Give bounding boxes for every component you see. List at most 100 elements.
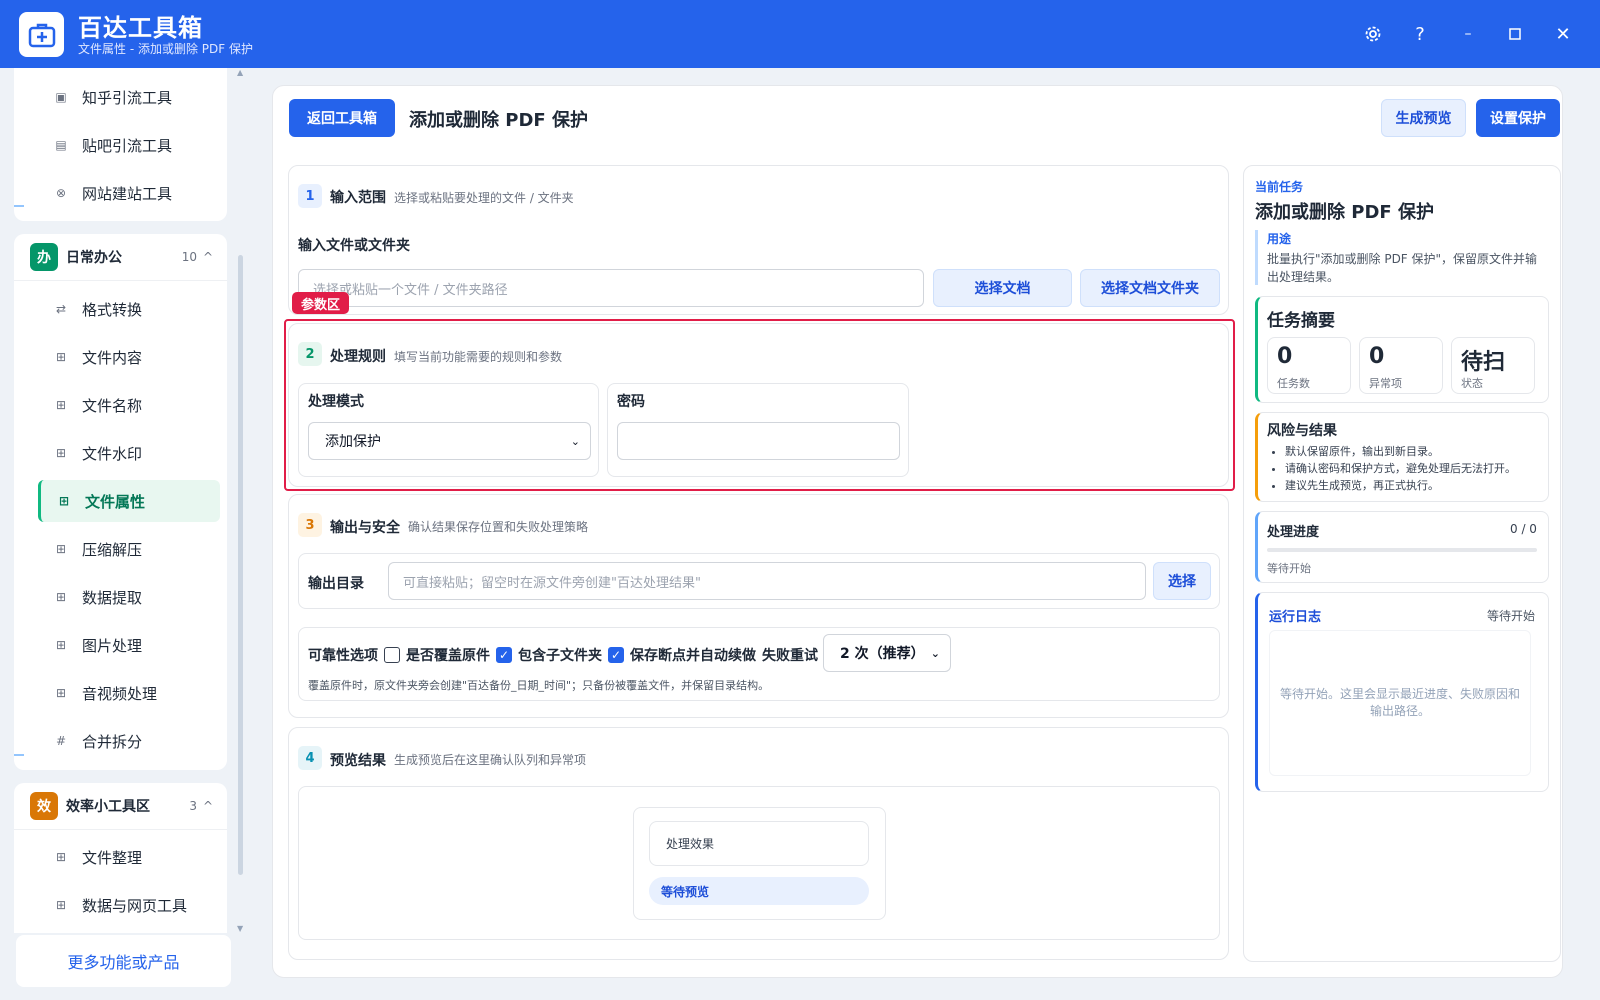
summary-title: 任务摘要 [1267, 311, 1335, 331]
retry-select-value: 2 次（推荐） [840, 646, 925, 662]
sidebar-item-label: 知乎引流工具 [82, 88, 173, 107]
risk-item: 建议先生成预览，再正式执行。 [1285, 477, 1516, 494]
group-title: 日常办公 [66, 250, 122, 266]
divider [14, 280, 227, 281]
overwrite-checkbox[interactable] [384, 647, 400, 663]
effect-box: 处理效果 [649, 821, 869, 866]
sidebar-item-label: 网站建站工具 [82, 184, 173, 203]
section-title: 处理规则 [330, 349, 386, 365]
sidebar-item-zhihu[interactable]: ▣ 知乎引流工具 [38, 76, 220, 118]
grid-icon: ⊞ [55, 898, 67, 912]
mode-select[interactable]: 添加保护 ⌄ [308, 422, 591, 460]
select-document-button[interactable]: 选择文档 [933, 269, 1072, 307]
back-to-toolbox-button[interactable]: 返回工具箱 [289, 99, 395, 137]
progress-track [1267, 548, 1537, 552]
app-title: 百达工具箱 [78, 14, 203, 42]
scroll-down-icon[interactable]: ▼ [237, 924, 243, 933]
section-title: 输入范围 [330, 190, 386, 206]
grid-icon: ⊞ [55, 850, 67, 864]
grid-icon: ⊞ [55, 638, 67, 652]
stat-value: 待扫 [1461, 350, 1506, 375]
sidebar-item-compress[interactable]: ⊞ 压缩解压 [38, 528, 220, 570]
settings-gear-icon[interactable] [1359, 20, 1387, 48]
tieba-icon: ▤ [55, 138, 67, 152]
log-status: 等待开始 [1487, 609, 1536, 623]
chevron-up-icon[interactable]: ^ [203, 799, 213, 813]
sidebar-item-watermark[interactable]: ⊞ 文件水印 [38, 432, 220, 474]
sidebar-scrollbar[interactable] [238, 255, 243, 875]
overwrite-label: 是否覆盖原件 [406, 648, 490, 664]
tree-line [14, 754, 24, 756]
stat-errors: 0 异常项 [1359, 337, 1443, 394]
progress-status: 等待开始 [1267, 562, 1311, 575]
input-path-field[interactable]: 选择或粘贴一个文件 / 文件夹路径 [298, 269, 924, 307]
generate-preview-button[interactable]: 生成预览 [1381, 99, 1466, 137]
sidebar-item-extract[interactable]: ⊞ 数据提取 [38, 576, 220, 618]
retry-select[interactable]: 2 次（推荐） ⌄ [823, 634, 951, 672]
page-title: 添加或删除 PDF 保护 [409, 110, 588, 131]
stat-label: 状态 [1461, 377, 1483, 390]
purpose-accent [1255, 230, 1258, 285]
sidebar-item-website[interactable]: ⊗ 网站建站工具 [38, 172, 220, 214]
sidebar-item-label: 合并拆分 [82, 732, 143, 751]
sidebar-item-content[interactable]: ⊞ 文件内容 [38, 336, 220, 378]
group-badge: 效 [30, 792, 58, 820]
group-header-efficiency[interactable]: 效 效率小工具区 3 ^ [14, 783, 227, 829]
output-dir-input[interactable]: 可直接粘贴；留空时在源文件旁创建"百达处理结果" [388, 562, 1146, 600]
step-number: 2 [298, 342, 322, 366]
password-label: 密码 [617, 394, 645, 410]
select-output-button[interactable]: 选择 [1153, 562, 1211, 600]
scroll-up-icon[interactable]: ▲ [237, 68, 243, 77]
subfolder-checkbox[interactable]: ✓ [496, 647, 512, 663]
toolbox-logo-icon [19, 12, 64, 57]
stat-value: 0 [1277, 344, 1293, 369]
swap-icon: ⇄ [55, 302, 67, 316]
sidebar-item-organize[interactable]: ⊞ 文件整理 [38, 836, 220, 878]
resume-label: 保存断点并自动续做 [630, 648, 756, 664]
sidebar-item-tieba[interactable]: ▤ 贴吧引流工具 [38, 124, 220, 166]
sidebar-item-format[interactable]: ⇄ 格式转换 [38, 288, 220, 330]
sidebar-item-label: 文件内容 [82, 348, 143, 367]
section-desc: 生成预览后在这里确认队列和异常项 [394, 753, 587, 767]
sidebar-item-properties[interactable]: ⊞ 文件属性 [38, 480, 220, 522]
sidebar-item-label: 文件属性 [85, 492, 146, 511]
sidebar-item-media[interactable]: ⊞ 音视频处理 [38, 672, 220, 714]
apply-protection-button[interactable]: 设置保护 [1476, 99, 1560, 137]
grid-icon: ⊞ [55, 398, 67, 412]
current-task-label: 当前任务 [1255, 180, 1304, 194]
grid-icon: ⊞ [55, 686, 67, 700]
more-products-button[interactable]: 更多功能或产品 [16, 935, 231, 987]
maximize-icon[interactable] [1501, 20, 1529, 48]
minimize-icon[interactable]: – [1454, 20, 1482, 48]
sidebar-item-merge[interactable]: # 合并拆分 [38, 720, 220, 762]
group-header-office[interactable]: 办 日常办公 10 ^ [14, 234, 227, 280]
section-desc: 填写当前功能需要的规则和参数 [394, 350, 563, 364]
title-bar: 百达工具箱 文件属性 - 添加或删除 PDF 保护 ? – ✕ [0, 0, 1600, 68]
sidebar-item-image[interactable]: ⊞ 图片处理 [38, 624, 220, 666]
password-input[interactable] [617, 422, 900, 460]
select-folder-button[interactable]: 选择文档文件夹 [1080, 269, 1220, 307]
zhihu-icon: ▣ [55, 90, 67, 104]
sidebar-item-filename[interactable]: ⊞ 文件名称 [38, 384, 220, 426]
log-area[interactable]: 等待开始。这里会显示最近进度、失败原因和输出路径。 [1269, 630, 1531, 776]
group-count: 3 [189, 799, 197, 813]
grid-icon: ⊞ [58, 494, 70, 508]
help-icon[interactable]: ? [1406, 20, 1434, 48]
chevron-up-icon[interactable]: ^ [203, 250, 213, 264]
output-dir-label: 输出目录 [308, 576, 364, 592]
log-title: 运行日志 [1269, 610, 1322, 625]
close-icon[interactable]: ✕ [1549, 20, 1577, 48]
input-field-label: 输入文件或文件夹 [298, 238, 410, 254]
sidebar-item-label: 文件水印 [82, 444, 143, 463]
grid-icon: ⊞ [55, 350, 67, 364]
step-number: 4 [298, 746, 322, 770]
sidebar-item-label: 贴吧引流工具 [82, 136, 173, 155]
chevron-down-icon: ⌄ [570, 434, 580, 448]
grid-icon: ⊞ [55, 590, 67, 604]
step-number: 3 [298, 513, 322, 537]
sidebar-item-data-web[interactable]: ⊞ 数据与网页工具 [38, 884, 220, 926]
preview-status-badge: 等待预览 [649, 877, 869, 905]
resume-checkbox[interactable]: ✓ [608, 647, 624, 663]
subfolder-label: 包含子文件夹 [518, 648, 602, 664]
sidebar-item-label: 格式转换 [82, 300, 143, 319]
